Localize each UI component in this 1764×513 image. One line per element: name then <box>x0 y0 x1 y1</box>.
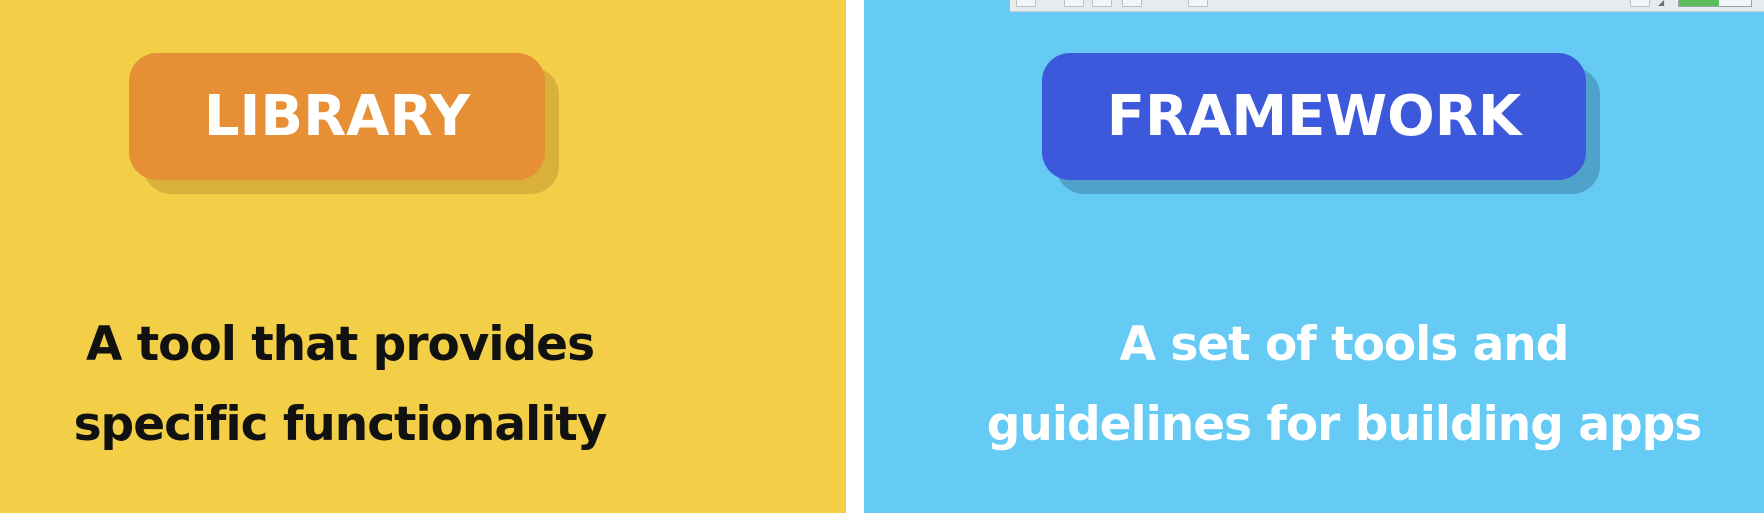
toolbar-button[interactable] <box>1188 0 1208 7</box>
library-badge-label: LIBRARY <box>129 53 545 180</box>
toolbar-button[interactable] <box>1016 0 1036 7</box>
toolbar-button[interactable] <box>1064 0 1084 7</box>
toolbar-button[interactable] <box>1092 0 1112 7</box>
library-badge: LIBRARY <box>129 53 559 194</box>
framework-badge: FRAMEWORK <box>1042 53 1600 194</box>
library-panel: LIBRARY A tool that provides specific fu… <box>0 0 846 513</box>
library-description-line-1: A tool that provides <box>85 317 595 372</box>
framework-description: A set of tools and guidelines for buildi… <box>944 305 1744 465</box>
volume-meter-fill <box>1679 0 1719 6</box>
framework-description-line-1: A set of tools and <box>1119 317 1570 372</box>
toolbar-strip: ◢ <box>1010 0 1764 12</box>
framework-description-line-2: guidelines for building apps <box>986 397 1702 452</box>
volume-meter[interactable] <box>1678 0 1752 7</box>
framework-panel: ◢ FRAMEWORK A set of tools and guideline… <box>864 0 1764 513</box>
library-description-line-2: specific functionality <box>73 397 608 452</box>
library-description: A tool that provides specific functional… <box>0 305 680 465</box>
toolbar-button[interactable] <box>1122 0 1142 7</box>
slide-stage: LIBRARY A tool that provides specific fu… <box>0 0 1764 513</box>
speaker-icon[interactable]: ◢ <box>1658 0 1668 7</box>
framework-badge-label: FRAMEWORK <box>1042 53 1586 180</box>
toolbar-button[interactable] <box>1630 0 1650 7</box>
